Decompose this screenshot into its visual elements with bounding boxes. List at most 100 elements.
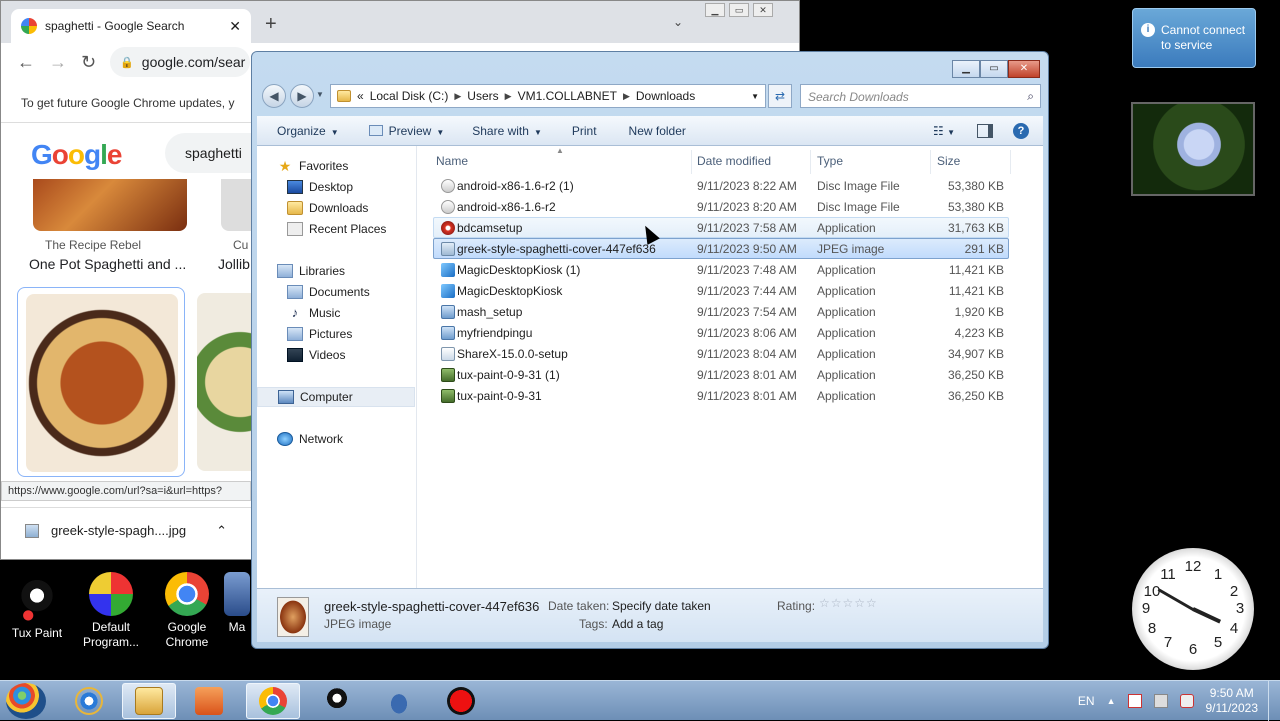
nav-videos[interactable]: Videos [287,345,447,365]
breadcrumb-users[interactable]: Users [467,89,498,103]
address-bar[interactable]: « Local Disk (C:) ▶ Users ▶ VM1.COLLABNE… [330,84,766,108]
desktop-icon-default-programs[interactable]: Default Program... [78,572,144,650]
preview-button[interactable]: Preview ▼ [349,124,455,138]
address-dropdown-icon[interactable]: ▼ [751,92,759,101]
organize-button[interactable]: Organize ▼ [257,124,349,138]
show-desktop-button[interactable] [1268,681,1280,721]
file-row[interactable]: MagicDesktopKiosk 9/11/2023 7:44 AM Applic… [433,280,1009,301]
close-button[interactable]: ✕ [753,3,773,17]
nav-music[interactable]: ♪ Music [287,303,447,323]
column-divider[interactable] [810,150,811,174]
tab-close-icon[interactable]: ✕ [229,18,241,35]
new-folder-button[interactable]: New folder [607,124,696,138]
result-image-2[interactable] [221,179,251,231]
breadcrumb-local-disk[interactable]: Local Disk (C:) [370,89,449,103]
file-row[interactable]: MagicDesktopKiosk (1) 9/11/2023 7:48 AM Ap… [433,259,1009,280]
slideshow-gadget[interactable] [1131,102,1255,196]
column-divider[interactable] [1010,150,1011,174]
file-row[interactable]: mash_setup 9/11/2023 7:54 AM Application 1,… [433,301,1009,322]
result-title-1[interactable]: One Pot Spaghetti and ... [29,256,186,272]
rating-stars[interactable]: ☆☆☆☆☆ [819,596,878,610]
column-type[interactable]: Type [817,154,843,168]
minimize-button[interactable]: ▁ [705,3,725,17]
nav-favorites[interactable]: ★ Favorites [277,156,437,176]
new-tab-button[interactable]: + [265,13,277,36]
desktop-icon-partial[interactable]: Ma [222,572,252,635]
column-divider[interactable] [930,150,931,174]
action-center-icon[interactable] [1127,694,1142,708]
reload-icon[interactable]: ↻ [81,52,96,73]
share-with-button[interactable]: Share with ▼ [454,124,552,138]
download-bar-item[interactable]: greek-style-spagh....jpg ⌃ [1,507,251,553]
clock-gadget[interactable]: 12 1 2 3 4 5 6 7 8 9 10 11 [1132,548,1254,670]
taskbar-explorer[interactable] [122,683,176,719]
file-row[interactable]: bdcamsetup 9/11/2023 7:58 AM Application 31… [433,217,1009,238]
file-row[interactable]: myfriendpingu 9/11/2023 8:06 AM Applicatio… [433,322,1009,343]
gadget-notification[interactable]: i Cannot connect to service [1132,8,1256,68]
network-status-icon[interactable] [1153,694,1168,708]
nav-documents[interactable]: Documents [287,282,447,302]
breadcrumb-separator-icon[interactable]: ▶ [623,91,630,102]
column-date-modified[interactable]: Date modified [697,154,771,168]
file-row[interactable]: tux-paint-0-9-31 9/11/2023 8:01 AM Applica… [433,385,1009,406]
chevron-up-icon[interactable]: ⌃ [216,523,227,539]
tab-search-chevron-icon[interactable]: ⌄ [673,15,683,29]
result-image-4[interactable] [197,293,251,471]
nav-recent-places[interactable]: Recent Places [287,219,447,239]
nav-downloads[interactable]: Downloads [287,198,447,218]
show-hidden-icons-icon[interactable]: ▲ [1107,696,1116,706]
tags-value[interactable]: Add a tag [612,617,663,631]
date-taken-value[interactable]: Specify date taken [612,599,711,613]
refresh-button[interactable]: ⇄ [768,84,792,108]
nav-computer[interactable]: Computer [257,387,415,407]
breadcrumb-user[interactable]: VM1.COLLABNET [518,89,617,103]
column-name[interactable]: Name [436,154,468,168]
print-button[interactable]: Print [552,124,607,138]
close-button[interactable]: ✕ [1008,60,1040,78]
explorer-window[interactable]: ▁ ▭ ✕ ◀ ▶ ▼ « Local Disk (C:) ▶ Users ▶ … [251,51,1049,649]
nav-pictures[interactable]: Pictures [287,324,447,344]
file-row[interactable]: ShareX-15.0.0-setup 9/11/2023 8:04 AM Appl… [433,343,1009,364]
file-row[interactable]: greek-style-spaghetti-cover-447ef636 9/11… [433,238,1009,259]
start-button[interactable] [6,683,46,719]
result-title-2[interactable]: Jollib [218,256,250,272]
google-logo[interactable]: Google [31,139,122,171]
desktop-icon-tux-paint[interactable]: Tux Paint [4,578,70,641]
taskbar-tux-paint[interactable] [310,683,364,719]
taskbar-app[interactable] [372,683,426,719]
breadcrumb-downloads[interactable]: Downloads [636,89,695,103]
view-options-icon[interactable]: ☷ ▼ [933,124,955,138]
result-card-selected[interactable] [17,287,185,477]
recent-pages-chevron-icon[interactable]: ▼ [316,90,324,99]
forward-arrow-icon[interactable]: → [49,52,67,73]
file-row[interactable]: tux-paint-0-9-31 (1) 9/11/2023 8:01 AM App… [433,364,1009,385]
taskbar-media-player[interactable] [182,683,236,719]
back-button[interactable]: ◀ [262,84,286,108]
omnibox[interactable]: 🔒 google.com/sear [110,47,251,77]
search-input[interactable]: Search Downloads ⌕ [800,84,1041,108]
breadcrumb-separator-icon[interactable]: ▶ [454,91,461,102]
nav-desktop[interactable]: Desktop [287,177,447,197]
breadcrumb-separator-icon[interactable]: ▶ [505,91,512,102]
column-divider[interactable] [691,150,692,174]
maximize-button[interactable]: ▭ [980,60,1008,78]
help-icon[interactable]: ? [1013,122,1029,139]
column-size[interactable]: Size [937,154,960,168]
back-arrow-icon[interactable]: ← [17,52,35,73]
breadcrumb-prefix[interactable]: « [357,89,364,103]
nav-network[interactable]: Network [277,429,437,449]
preview-pane-icon[interactable] [977,123,993,138]
forward-button[interactable]: ▶ [290,84,314,108]
nav-libraries[interactable]: Libraries [277,261,437,281]
desktop-icon-google-chrome[interactable]: Google Chrome [154,572,220,650]
taskbar-ie[interactable] [62,683,116,719]
result-image-1[interactable] [33,179,187,231]
chrome-tab-active[interactable]: spaghetti - Google Search ✕ [11,9,251,43]
volume-muted-icon[interactable] [1179,694,1194,708]
taskbar-clock[interactable]: 9:50 AM 9/11/2023 [1206,686,1259,716]
file-row[interactable]: android-x86-1.6-r2 (1) 9/11/2023 8:22 AM D… [433,175,1009,196]
taskbar-recorder[interactable] [434,683,488,719]
maximize-button[interactable]: ▭ [729,3,749,17]
taskbar-chrome[interactable] [246,683,300,719]
minimize-button[interactable]: ▁ [952,60,980,78]
